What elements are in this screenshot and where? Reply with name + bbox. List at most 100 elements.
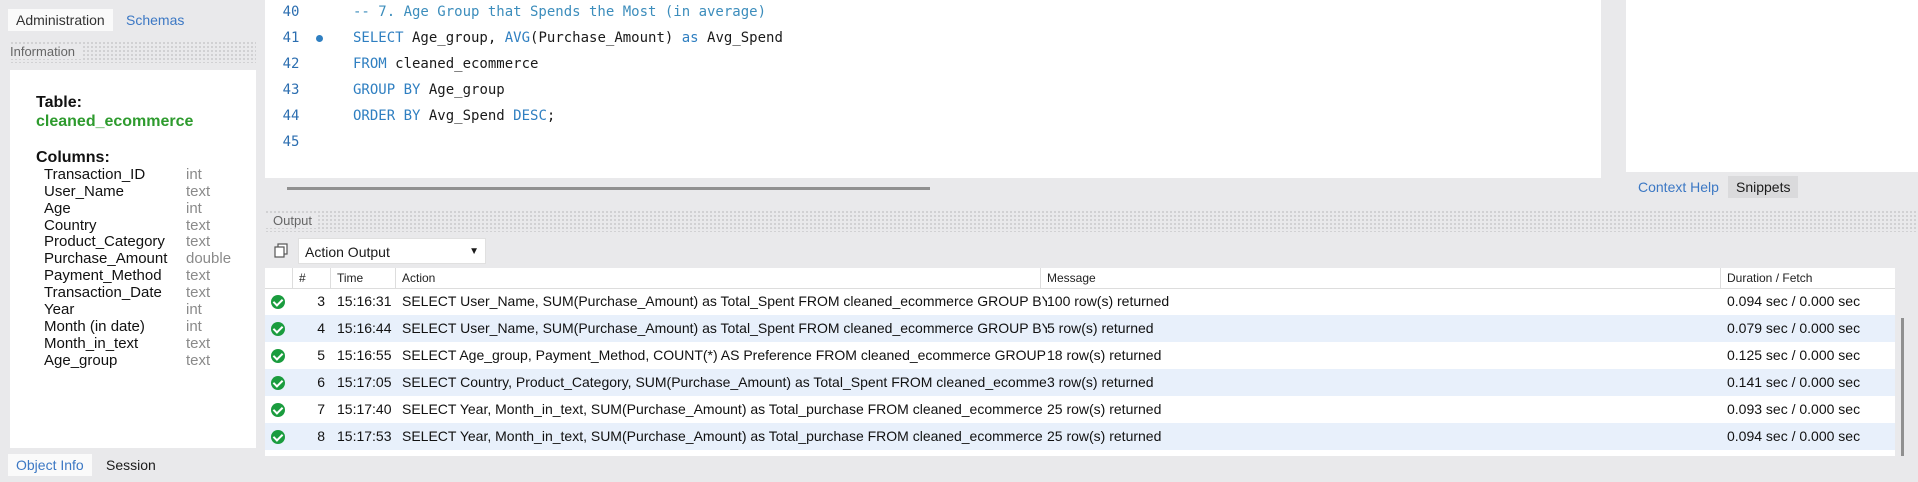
grid-header-status[interactable] <box>265 268 293 288</box>
line-number: 41 <box>282 30 300 46</box>
sql-comment: -- 7. Age Group that Spends the Most (in… <box>353 4 767 20</box>
table-row[interactable]: 7 15:17:40 SELECT Year, Month_in_text, S… <box>265 396 1895 423</box>
column-type: text <box>186 183 211 200</box>
editor-horizontal-scrollbar[interactable] <box>287 187 930 190</box>
row-action: SELECT Age_group, Payment_Method, COUNT(… <box>402 347 1047 363</box>
row-number: 5 <box>317 347 325 363</box>
sidebar-right-panel <box>1626 0 1918 172</box>
row-time: 15:16:55 <box>337 347 392 363</box>
tab-session[interactable]: Session <box>98 454 164 476</box>
action-output-grid: # Time Action Message Duration / Fetch 3… <box>265 268 1895 456</box>
row-number: 4 <box>317 320 325 336</box>
sql-keyword: DESC <box>513 108 547 124</box>
table-label: Table: <box>36 94 82 111</box>
sql-text: Age_group <box>420 82 505 98</box>
row-message: 25 row(s) returned <box>1047 428 1162 444</box>
grid-header-action[interactable]: Action <box>396 268 1041 288</box>
row-action: SELECT Country, Product_Category, SUM(Pu… <box>402 374 1047 390</box>
line-number: 43 <box>282 82 300 98</box>
column-name: Product_Category <box>44 233 165 250</box>
row-time: 15:17:05 <box>337 374 392 390</box>
row-action: SELECT Year, Month_in_text, SUM(Purchase… <box>402 428 1047 444</box>
copy-icon[interactable] <box>274 243 288 258</box>
column-type: text <box>186 267 211 284</box>
row-number: 7 <box>317 401 325 417</box>
table-row[interactable]: 8 15:17:53 SELECT Year, Month_in_text, S… <box>265 423 1895 450</box>
column-name: Payment_Method <box>44 267 162 284</box>
grid-header-message[interactable]: Message <box>1041 268 1721 288</box>
column-name: Age_group <box>44 352 118 369</box>
table-row[interactable]: 6 15:17:05 SELECT Country, Product_Categ… <box>265 369 1895 396</box>
column-type: text <box>186 352 211 369</box>
line-number: 45 <box>282 134 300 150</box>
row-time: 15:16:44 <box>337 320 392 336</box>
grid-header-time[interactable]: Time <box>331 268 396 288</box>
sql-keyword: SELECT <box>353 30 404 46</box>
grid-header-num[interactable]: # <box>293 268 331 288</box>
column-type: int <box>186 166 202 183</box>
column-name: User_Name <box>44 183 125 200</box>
tab-snippets[interactable]: Snippets <box>1728 176 1799 198</box>
row-number: 6 <box>317 374 325 390</box>
output-vertical-scrollbar[interactable] <box>1901 318 1904 456</box>
row-number: 3 <box>317 293 325 309</box>
success-check-icon <box>271 322 285 336</box>
success-check-icon <box>271 403 285 417</box>
tab-context-help[interactable]: Context Help <box>1630 176 1727 198</box>
row-duration: 0.141 sec / 0.000 sec <box>1727 374 1861 390</box>
column-type: text <box>186 217 211 234</box>
sql-keyword: as <box>681 30 699 46</box>
column-name: Month (in date) <box>44 318 145 335</box>
sql-keyword: ORDER BY <box>353 108 421 124</box>
code-line: -- 7. Age Group that Spends the Most (in… <box>353 4 766 20</box>
sql-text: ; <box>546 108 556 124</box>
column-type: int <box>186 200 202 217</box>
output-type-select[interactable]: Action Output ▼ <box>298 238 486 264</box>
row-message: 3 row(s) returned <box>1047 374 1154 390</box>
row-time: 15:17:53 <box>337 428 392 444</box>
column-type: int <box>186 318 202 335</box>
sql-text: cleaned_ecommerce <box>386 56 539 72</box>
table-row[interactable]: 4 15:16:44 SELECT User_Name, SUM(Purchas… <box>265 315 1895 342</box>
tab-schemas[interactable]: Schemas <box>118 9 192 31</box>
line-number: 44 <box>282 108 300 124</box>
row-duration: 0.094 sec / 0.000 sec <box>1727 428 1861 444</box>
sql-text: Age_group, <box>403 30 505 46</box>
row-duration: 0.125 sec / 0.000 sec <box>1727 347 1861 363</box>
table-row[interactable]: 3 15:16:31 SELECT User_Name, SUM(Purchas… <box>265 288 1895 315</box>
information-header: Information <box>10 41 256 63</box>
tab-object-info[interactable]: Object Info <box>8 454 92 476</box>
row-time: 15:17:40 <box>337 401 392 417</box>
breakpoint-dot-icon[interactable] <box>316 35 323 42</box>
row-message: 18 row(s) returned <box>1047 347 1162 363</box>
column-type: int <box>186 301 202 318</box>
row-time: 15:16:31 <box>337 293 392 309</box>
table-name: cleaned_ecommerce <box>36 113 194 130</box>
row-message: 25 row(s) returned <box>1047 401 1162 417</box>
row-action: SELECT Year, Month_in_text, SUM(Purchase… <box>402 401 1047 417</box>
success-check-icon <box>271 349 285 363</box>
success-check-icon <box>271 376 285 390</box>
column-type: double <box>186 250 232 267</box>
code-line: SELECT Age_group, AVG(Purchase_Amount) a… <box>353 30 783 46</box>
output-header: Output <box>265 210 1918 232</box>
navigator-panel: Administration Schemas Information Table… <box>0 0 262 482</box>
line-number: 40 <box>282 4 300 20</box>
row-duration: 0.093 sec / 0.000 sec <box>1727 401 1861 417</box>
success-check-icon <box>271 295 285 309</box>
tab-administration[interactable]: Administration <box>8 9 113 31</box>
chevron-down-icon: ▼ <box>469 246 479 257</box>
output-type-value: Action Output <box>305 244 390 260</box>
sql-keyword: GROUP BY <box>353 82 421 98</box>
sql-keyword: AVG <box>504 30 531 46</box>
grid-header-duration[interactable]: Duration / Fetch <box>1721 268 1895 288</box>
column-type: text <box>186 233 211 250</box>
sql-editor[interactable]: 40 41 42 43 44 45 -- 7. Age Group that S… <box>265 0 1601 178</box>
row-message: 5 row(s) returned <box>1047 320 1154 336</box>
code-line: GROUP BY Age_group <box>353 82 505 98</box>
column-name: Year <box>44 301 75 318</box>
sql-text: Avg_Spend <box>698 30 783 46</box>
table-row[interactable]: 5 15:16:55 SELECT Age_group, Payment_Met… <box>265 342 1895 369</box>
row-message: 100 row(s) returned <box>1047 293 1170 309</box>
row-action: SELECT User_Name, SUM(Purchase_Amount) a… <box>402 320 1047 336</box>
